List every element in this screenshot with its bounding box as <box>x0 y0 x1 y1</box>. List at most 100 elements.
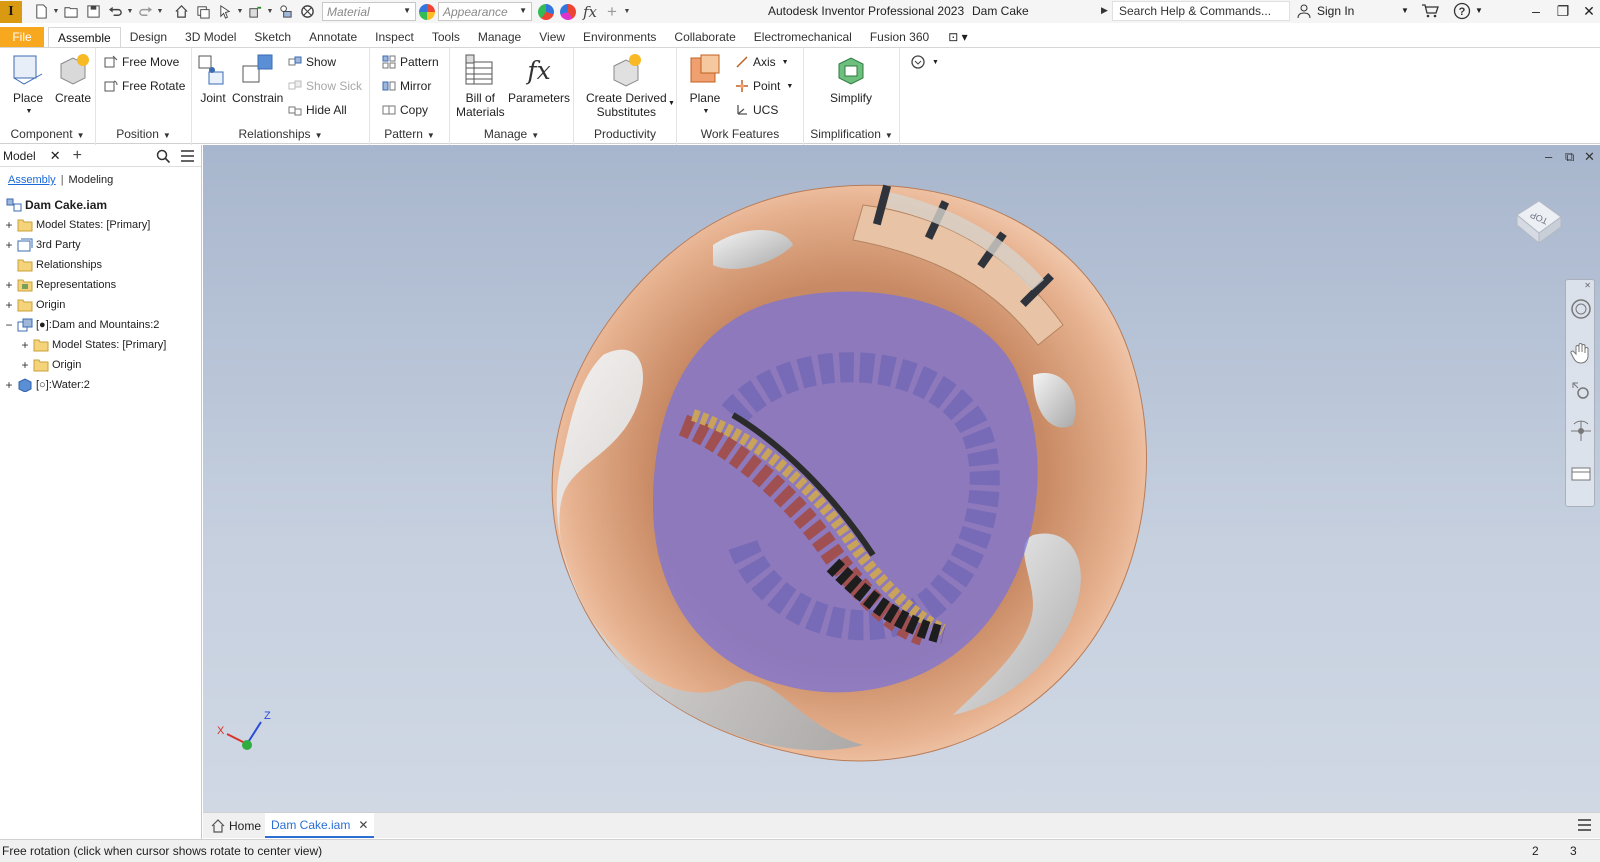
zoom-icon[interactable] <box>1570 380 1592 402</box>
free-move-button[interactable]: Free Move <box>104 55 179 69</box>
tab-environments[interactable]: Environments <box>574 27 665 48</box>
help-dropdown[interactable]: ▼ <box>1475 6 1483 15</box>
adjust-icon[interactable] <box>274 1 296 23</box>
measure-dropdown[interactable]: ▼ <box>266 8 274 15</box>
redo-dropdown[interactable]: ▼ <box>156 8 164 15</box>
update-icon[interactable] <box>192 1 214 23</box>
joint-button[interactable]: Joint <box>195 52 231 105</box>
close-button[interactable]: ✕ <box>1578 2 1600 20</box>
ucs-button[interactable]: UCS <box>735 103 778 117</box>
browser-menu-icon[interactable] <box>180 149 195 163</box>
tree-node-model-states[interactable]: + Model States: [Primary] <box>4 215 150 235</box>
help-search-input[interactable]: Search Help & Commands... <box>1112 1 1290 21</box>
clear-override-icon[interactable] <box>296 1 318 23</box>
add-icon[interactable]: + <box>601 1 623 23</box>
measure-icon[interactable] <box>244 1 266 23</box>
show-sick-button[interactable]: Show Sick <box>288 79 362 93</box>
free-rotate-button[interactable]: Free Rotate <box>104 79 185 93</box>
copy-button[interactable]: Copy <box>382 103 428 117</box>
place-button[interactable]: Place ▼ <box>10 52 46 119</box>
model-3d-view[interactable] <box>533 165 1183 785</box>
select-icon[interactable] <box>214 1 236 23</box>
plane-button[interactable]: Plane ▼ <box>687 52 723 119</box>
clear-appearance-icon[interactable] <box>560 3 576 20</box>
viewcube[interactable]: TOP <box>1509 193 1565 249</box>
steering-wheel-icon[interactable] <box>1570 298 1592 320</box>
look-at-icon[interactable] <box>1570 462 1592 484</box>
tree-node-relationships[interactable]: Relationships <box>4 255 102 275</box>
tree-node-model-states-child[interactable]: + Model States: [Primary] <box>20 335 166 355</box>
minimize-button[interactable]: – <box>1525 2 1547 20</box>
tree-node-root[interactable]: Dam Cake.iam <box>3 195 107 215</box>
manage-panel-title[interactable]: Manage ▼ <box>450 127 573 141</box>
show-button[interactable]: Show <box>288 55 336 69</box>
appearance-select[interactable]: Appearance ▼ <box>438 2 532 21</box>
ribbon-display-toggle-icon[interactable]: ⊡ ▾ <box>938 27 967 48</box>
tab-annotate[interactable]: Annotate <box>300 27 366 48</box>
pattern-panel-title[interactable]: Pattern ▼ <box>370 127 449 141</box>
tree-node-origin-child[interactable]: + Origin <box>20 355 81 375</box>
expand-icon[interactable]: + <box>4 298 14 312</box>
simplification-panel-title[interactable]: Simplification ▼ <box>804 127 899 141</box>
customize-dropdown[interactable]: ▼ <box>623 8 631 15</box>
expand-icon[interactable]: + <box>20 338 30 352</box>
orbit-icon[interactable] <box>1570 420 1592 442</box>
select-dropdown[interactable]: ▼ <box>236 8 244 15</box>
expand-icon[interactable]: + <box>4 238 14 252</box>
relationships-panel-title[interactable]: Relationships ▼ <box>192 127 369 141</box>
tree-node-origin[interactable]: + Origin <box>4 295 65 315</box>
close-browser-icon[interactable]: ✕ <box>50 148 61 164</box>
tab-inspect[interactable]: Inspect <box>366 27 423 48</box>
new-dropdown[interactable]: ▼ <box>52 8 60 15</box>
close-doc-tab-icon[interactable]: ✕ <box>358 818 368 832</box>
tab-sketch[interactable]: Sketch <box>245 27 300 48</box>
tab-fusion-360[interactable]: Fusion 360 <box>861 27 938 48</box>
search-expand-icon[interactable]: ▶ <box>1101 5 1108 16</box>
tab-collaborate[interactable]: Collaborate <box>665 27 744 48</box>
bill-of-materials-button[interactable]: Bill of Materials <box>456 52 505 119</box>
tree-node-representations[interactable]: + Representations <box>4 275 116 295</box>
tab-3d-model[interactable]: 3D Model <box>176 27 245 48</box>
expand-icon[interactable]: + <box>20 358 30 372</box>
sign-in-dropdown[interactable]: ▼ <box>1401 6 1409 15</box>
tab-assemble[interactable]: Assemble <box>48 27 121 48</box>
help-icon[interactable]: ? <box>1453 2 1471 20</box>
undo-icon[interactable] <box>104 1 126 23</box>
tab-manage[interactable]: Manage <box>469 27 530 48</box>
subtab-assembly[interactable]: Assembly <box>8 174 56 186</box>
component-panel-title[interactable]: Component ▼ <box>0 127 95 141</box>
pattern-button[interactable]: Pattern <box>382 55 439 69</box>
open-icon[interactable] <box>60 1 82 23</box>
viewport-maximize-icon[interactable]: ⧉ <box>1565 149 1574 165</box>
create-derived-substitutes-button[interactable]: Create Derived Substitutes <box>586 52 667 119</box>
save-icon[interactable] <box>82 1 104 23</box>
viewport-minimize-icon[interactable]: – <box>1545 149 1552 164</box>
ribbon-options-icon[interactable]: ▼ <box>910 54 939 70</box>
new-file-icon[interactable] <box>30 1 52 23</box>
home-icon[interactable] <box>170 1 192 23</box>
undo-dropdown[interactable]: ▼ <box>126 8 134 15</box>
navbar-close-icon[interactable]: ✕ <box>1584 281 1591 290</box>
mirror-button[interactable]: Mirror <box>382 79 431 93</box>
app-logo[interactable]: I <box>0 0 22 23</box>
pan-hand-icon[interactable] <box>1570 342 1592 364</box>
collapse-icon[interactable]: − <box>4 318 14 332</box>
document-tabs-menu-icon[interactable] <box>1577 818 1592 832</box>
tab-view[interactable]: View <box>530 27 574 48</box>
expand-icon[interactable]: + <box>4 218 14 232</box>
parameters-button[interactable]: fx Parameters <box>508 52 570 105</box>
graphics-window[interactable]: – ⧉ ✕ TOP ✕ X Z <box>203 145 1600 812</box>
add-browser-icon[interactable]: + <box>73 147 82 165</box>
subtab-modeling[interactable]: Modeling <box>69 174 114 186</box>
hide-all-button[interactable]: Hide All <box>288 103 347 117</box>
tree-node-water[interactable]: + [○]:Water:2 <box>4 375 90 395</box>
derived-substitutes-dropdown[interactable]: ▼ <box>668 100 675 107</box>
axis-button[interactable]: Axis ▼ <box>735 55 789 69</box>
tree-node-dam-and-mountains[interactable]: − [●]:Dam and Mountains:2 <box>4 315 159 335</box>
cart-icon[interactable] <box>1421 3 1439 19</box>
dam-cake-doc-tab[interactable]: Dam Cake.iam ✕ <box>265 813 375 838</box>
sign-in-button[interactable]: Sign In <box>1296 3 1354 19</box>
viewport-close-icon[interactable]: ✕ <box>1584 149 1595 165</box>
point-button[interactable]: Point ▼ <box>735 79 793 93</box>
simplify-button[interactable]: Simplify <box>830 52 872 105</box>
